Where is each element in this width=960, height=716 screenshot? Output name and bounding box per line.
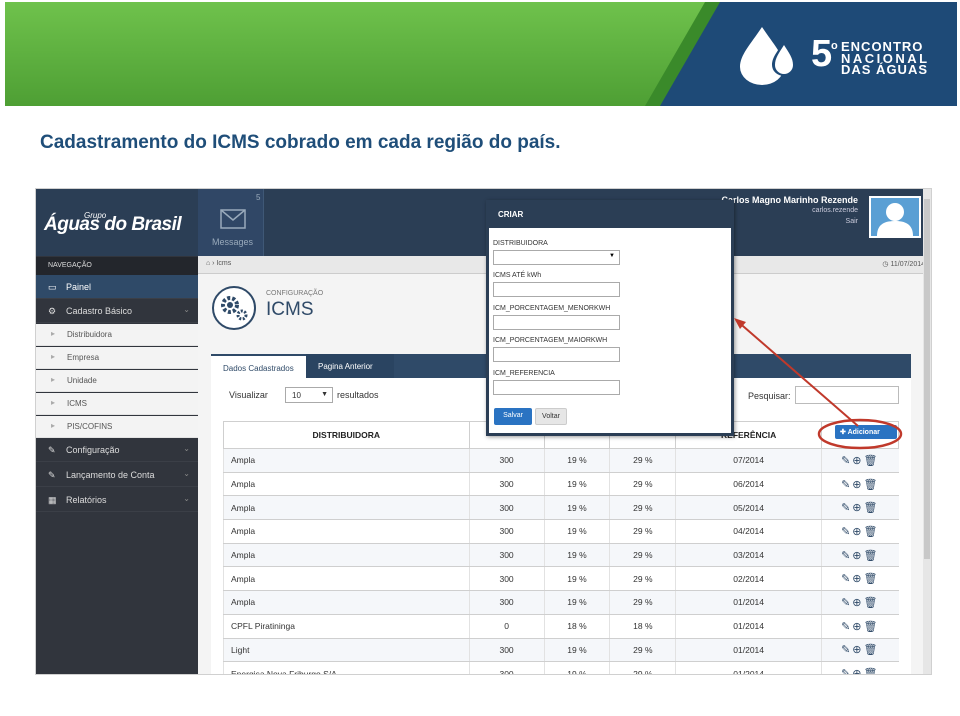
annotation-overlay — [734, 318, 903, 450]
annotation-arrow — [735, 319, 859, 427]
annotation-circle — [817, 418, 903, 450]
